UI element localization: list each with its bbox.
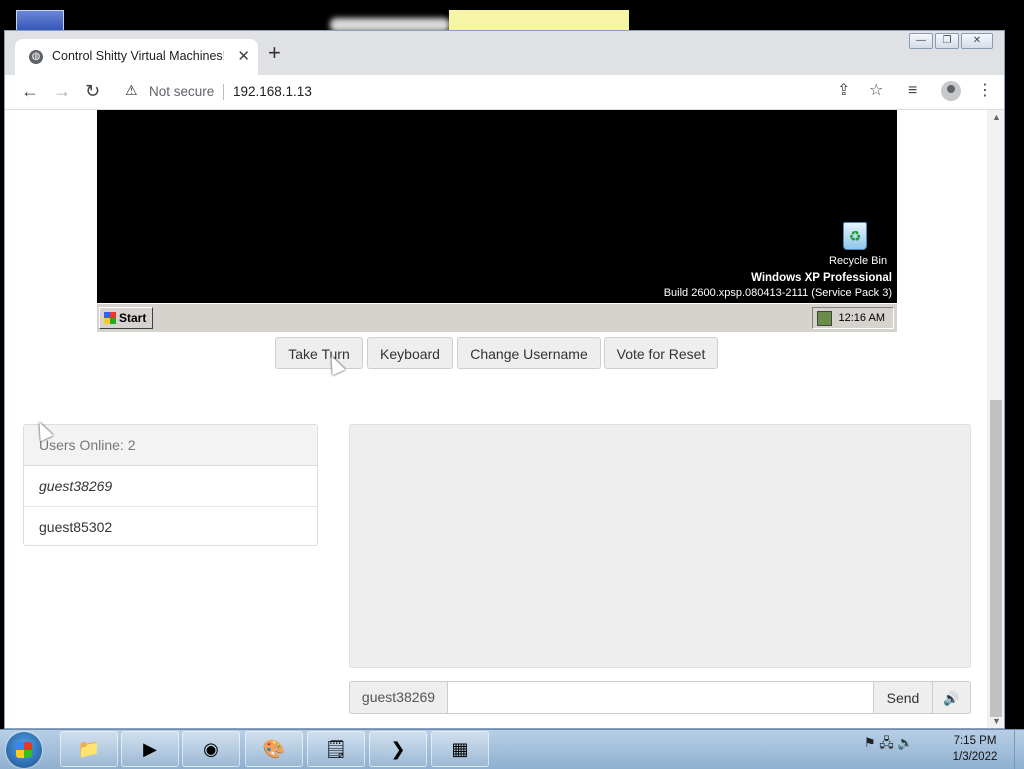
profile-avatar-icon[interactable] xyxy=(941,81,961,101)
tab-close-icon[interactable]: ✕ xyxy=(237,47,250,65)
warning-icon[interactable]: ⚠ xyxy=(125,82,138,99)
minimize-button[interactable]: — xyxy=(909,33,933,49)
restore-button[interactable]: ❐ xyxy=(935,33,959,49)
vm-screen[interactable]: ♻ Recycle Bin Windows XP Professional Bu… xyxy=(97,110,897,332)
tray-icons: ⚑ 🖧 🔈 xyxy=(864,734,914,756)
start-orb-icon[interactable] xyxy=(6,732,42,768)
send-button[interactable]: Send xyxy=(873,681,933,714)
chrome-icon[interactable]: ◉ xyxy=(182,731,240,767)
page-content: ♻ Recycle Bin Windows XP Professional Bu… xyxy=(5,110,987,728)
recycle-bin-label: Recycle Bin xyxy=(829,255,888,267)
chat-log[interactable] xyxy=(349,424,971,668)
back-icon[interactable]: ← xyxy=(21,81,39,101)
windows-flag-icon xyxy=(104,312,116,324)
address-separator xyxy=(223,84,224,100)
take-turn-button[interactable]: Take Turn xyxy=(275,337,363,369)
scroll-up-icon[interactable]: ▲ xyxy=(992,112,1001,122)
tab-title: Control Shitty Virtual Machines! xyxy=(52,49,224,63)
users-online-panel: Users Online: 2 guest38269 guest85302 xyxy=(23,424,318,546)
vote-reset-button[interactable]: Vote for Reset xyxy=(604,337,718,369)
sticky-notes-icon[interactable]: 🗒 xyxy=(307,731,365,767)
desktop-highlight-bar xyxy=(449,10,629,32)
chat-input-group: guest38269 Send 🔊 xyxy=(349,681,971,714)
media-queue-icon[interactable]: ≡ xyxy=(908,82,917,100)
vm-start-label: Start xyxy=(119,311,147,325)
control-panel-icon[interactable]: ▦ xyxy=(431,731,489,767)
chat-message-input[interactable] xyxy=(447,681,874,714)
browser-window: ◍ Control Shitty Virtual Machines! ✕ + —… xyxy=(4,30,1005,729)
action-center-icon[interactable]: ⚑ xyxy=(864,735,876,750)
network-icon[interactable]: 🖧 xyxy=(879,735,894,750)
browser-tab[interactable]: ◍ Control Shitty Virtual Machines! ✕ xyxy=(15,39,258,75)
security-label[interactable]: Not secure xyxy=(149,84,214,99)
new-tab-button[interactable]: + xyxy=(268,41,281,65)
sound-toggle-icon[interactable]: 🔊 xyxy=(932,681,971,714)
user-list-item: guest85302 xyxy=(39,519,113,535)
recycle-bin-icon: ♻ xyxy=(843,222,867,250)
browser-toolbar: ← → ↻ ⚠ Not secure 192.168.1.13 ⇪ ☆ ≡ ⋮ xyxy=(5,75,1004,110)
explorer-icon[interactable]: 📁 xyxy=(60,731,118,767)
keyboard-button[interactable]: Keyboard xyxy=(367,337,453,369)
paint-icon[interactable]: 🎨 xyxy=(245,731,303,767)
reload-icon[interactable]: ↻ xyxy=(85,81,100,101)
forward-icon[interactable]: → xyxy=(53,81,71,101)
scroll-down-icon[interactable]: ▼ xyxy=(992,716,1001,726)
close-window-button[interactable]: ✕ xyxy=(961,33,993,49)
taskbar-date: 1/3/2022 xyxy=(952,751,998,763)
bookmark-star-icon[interactable]: ☆ xyxy=(869,82,883,100)
desktop-background xyxy=(0,0,1024,36)
url-text[interactable]: 192.168.1.13 xyxy=(233,84,312,99)
scrollbar-thumb[interactable] xyxy=(990,400,1002,717)
vm-start-button[interactable]: Start xyxy=(99,307,153,329)
recycle-bin[interactable]: ♻ xyxy=(838,220,872,250)
taskbar-clock[interactable]: 7:15 PM 1/3/2022 xyxy=(940,733,1010,765)
vm-taskbar: Start 12:16 AM xyxy=(97,303,897,332)
vm-clock: 12:16 AM xyxy=(838,312,885,324)
user-list-item: guest38269 xyxy=(24,466,317,507)
chat-username-label: guest38269 xyxy=(349,681,448,714)
tab-strip: ◍ Control Shitty Virtual Machines! ✕ + —… xyxy=(5,31,1004,75)
address-bar[interactable]: ⚠ Not secure 192.168.1.13 xyxy=(119,79,891,105)
page-scrollbar[interactable]: ▲ ▼ xyxy=(987,110,1004,728)
change-username-button[interactable]: Change Username xyxy=(457,337,601,369)
vm-system-tray: 12:16 AM xyxy=(812,307,894,329)
menu-dots-icon[interactable]: ⋮ xyxy=(977,82,993,100)
share-icon[interactable]: ⇪ xyxy=(837,82,850,100)
globe-icon: ◍ xyxy=(29,50,43,64)
volume-icon[interactable]: 🔈 xyxy=(897,735,913,750)
tray-network-icon[interactable] xyxy=(817,311,832,326)
os-build: Build 2600.xpsp.080413-2111 (Service Pac… xyxy=(663,287,892,299)
powershell-icon[interactable]: ❯ xyxy=(369,731,427,767)
users-online-header: Users Online: 2 xyxy=(24,425,317,466)
os-title: Windows XP Professional xyxy=(751,272,892,284)
show-desktop-button[interactable] xyxy=(1014,730,1024,769)
media-player-icon[interactable]: ▶ xyxy=(121,731,179,767)
host-taskbar: 📁 ▶ ◉ 🎨 🗒 ❯ ▦ ⚑ 🖧 🔈 7:15 PM 1/3/2022 xyxy=(0,729,1024,769)
taskbar-time: 7:15 PM xyxy=(953,735,997,747)
